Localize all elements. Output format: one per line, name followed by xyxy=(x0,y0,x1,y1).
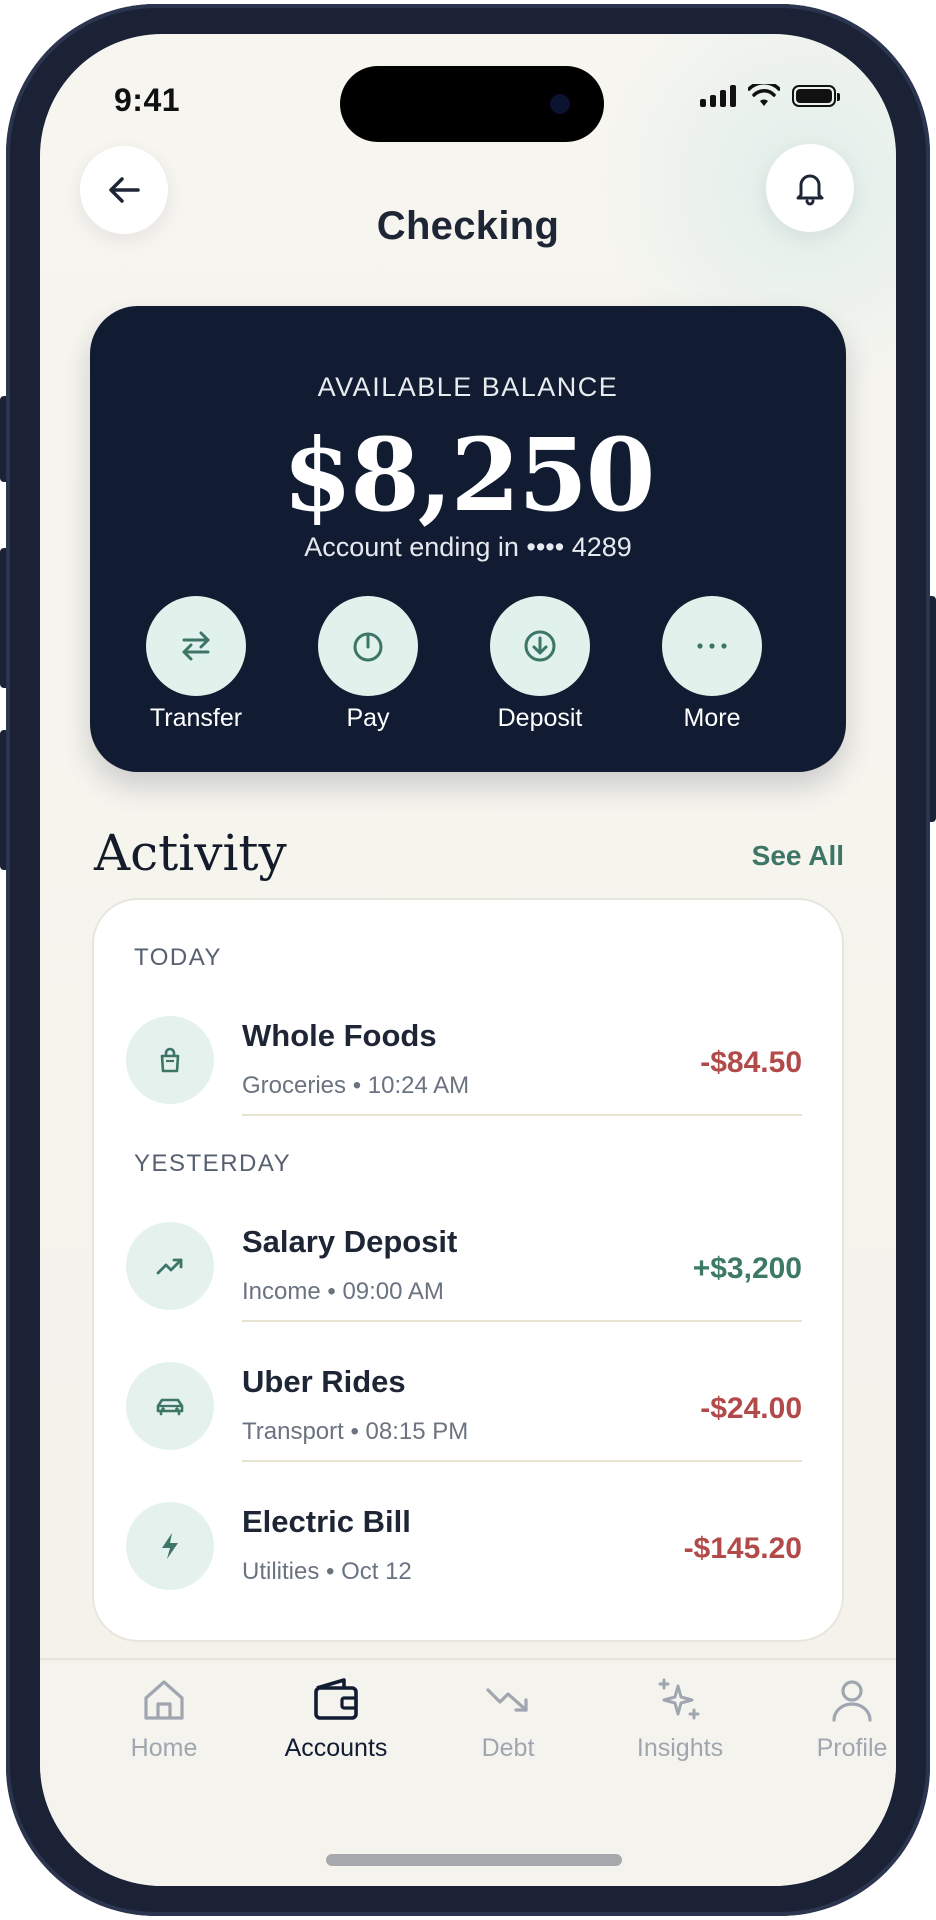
divider xyxy=(242,1460,802,1462)
wifi-icon xyxy=(748,84,780,106)
download-circle-icon xyxy=(524,630,556,662)
transfer-button[interactable] xyxy=(146,596,246,696)
quick-actions: Transfer Pay Deposit More xyxy=(146,596,762,733)
camera xyxy=(550,94,570,114)
more-label: More xyxy=(683,704,741,732)
tab-insights[interactable]: Insights xyxy=(610,1674,750,1763)
transaction-details: Income • 09:00 AM xyxy=(242,1278,444,1305)
status-icons xyxy=(700,84,840,108)
activity-title: Activity xyxy=(94,824,287,882)
trending-up-icon xyxy=(156,1258,183,1275)
page-title: Checking xyxy=(376,204,560,248)
balance-label: AVAILABLE BALANCE xyxy=(317,372,619,402)
tab-accounts-label: Accounts xyxy=(284,1734,388,1762)
section-label-today: TODAY xyxy=(134,944,222,971)
tab-bar: Home Accounts Debt Insights Profile xyxy=(40,1658,896,1886)
home-indicator xyxy=(326,1854,622,1866)
wallet-icon xyxy=(314,1678,358,1720)
transfer-arrows-icon xyxy=(182,631,210,661)
transaction-row[interactable]: Whole Foods Groceries • 10:24 AM -$84.50 xyxy=(126,1008,812,1118)
section-label-yesterday: YESTERDAY xyxy=(134,1150,292,1177)
bell-icon xyxy=(796,174,824,206)
tab-home-label: Home xyxy=(130,1734,198,1762)
transaction-icon xyxy=(126,1362,214,1450)
lightning-icon xyxy=(162,1533,178,1559)
divider xyxy=(242,1114,802,1116)
screen: 9:41 Checking AVAILABLE BALANCE $8,250 A… xyxy=(40,34,896,1886)
tab-debt[interactable]: Debt xyxy=(438,1674,578,1763)
deposit-action[interactable]: Deposit xyxy=(490,596,590,733)
transaction-name: Electric Bill xyxy=(242,1504,411,1539)
transaction-icon xyxy=(126,1016,214,1104)
deposit-button[interactable] xyxy=(490,596,590,696)
balance-card: AVAILABLE BALANCE $8,250 Account ending … xyxy=(90,306,846,772)
tab-profile-label: Profile xyxy=(816,1734,888,1762)
home-icon xyxy=(144,1680,184,1720)
transfer-action[interactable]: Transfer xyxy=(146,596,246,733)
more-action[interactable]: More xyxy=(662,596,762,733)
transaction-amount: -$145.20 xyxy=(683,1532,802,1565)
status-time: 9:41 xyxy=(114,82,181,118)
transaction-amount: +$3,200 xyxy=(692,1252,802,1285)
divider xyxy=(242,1320,802,1322)
transfer-label: Transfer xyxy=(149,704,243,732)
phone-frame: 9:41 Checking AVAILABLE BALANCE $8,250 A… xyxy=(6,4,930,1916)
dynamic-island xyxy=(340,66,604,142)
transaction-icon xyxy=(126,1502,214,1590)
transaction-name: Whole Foods xyxy=(242,1018,437,1053)
transaction-icon xyxy=(126,1222,214,1310)
trending-down-icon xyxy=(486,1688,528,1712)
see-all-link[interactable]: See All xyxy=(752,840,844,872)
deposit-label: Deposit xyxy=(497,704,583,732)
power-icon xyxy=(353,632,383,662)
transaction-row[interactable]: Uber Rides Transport • 08:15 PM -$24.00 xyxy=(126,1354,812,1464)
transaction-name: Salary Deposit xyxy=(242,1224,458,1259)
car-icon xyxy=(156,1398,184,1416)
tab-home[interactable]: Home xyxy=(94,1674,234,1763)
transaction-amount: -$84.50 xyxy=(700,1046,802,1079)
tab-debt-label: Debt xyxy=(481,1734,535,1762)
notifications-button[interactable] xyxy=(766,144,854,232)
tab-accounts[interactable]: Accounts xyxy=(266,1674,406,1763)
pay-label: Pay xyxy=(346,704,390,732)
transaction-details: Transport • 08:15 PM xyxy=(242,1418,469,1445)
activity-card: TODAY Whole Foods Groceries • 10:24 AM -… xyxy=(92,898,844,1642)
transaction-amount: -$24.00 xyxy=(700,1392,802,1425)
user-icon xyxy=(832,1680,872,1722)
pay-button[interactable] xyxy=(318,596,418,696)
account-number: Account ending in •••• 4289 xyxy=(304,532,632,562)
tab-profile[interactable]: Profile xyxy=(782,1674,896,1763)
more-button[interactable] xyxy=(662,596,762,696)
battery-icon xyxy=(792,85,840,107)
more-dots-icon xyxy=(697,643,727,649)
transaction-details: Utilities • Oct 12 xyxy=(242,1558,412,1585)
sparkles-icon xyxy=(658,1678,700,1720)
transaction-row[interactable]: Electric Bill Utilities • Oct 12 -$145.2… xyxy=(126,1494,812,1604)
balance-amount: $8,250 xyxy=(282,416,656,534)
transaction-name: Uber Rides xyxy=(242,1364,406,1399)
pay-action[interactable]: Pay xyxy=(318,596,418,733)
transaction-details: Groceries • 10:24 AM xyxy=(242,1072,470,1099)
shopping-bag-icon xyxy=(160,1047,180,1073)
signal-icon xyxy=(700,85,736,107)
transaction-row[interactable]: Salary Deposit Income • 09:00 AM +$3,200 xyxy=(126,1214,812,1324)
tab-insights-label: Insights xyxy=(636,1734,724,1762)
